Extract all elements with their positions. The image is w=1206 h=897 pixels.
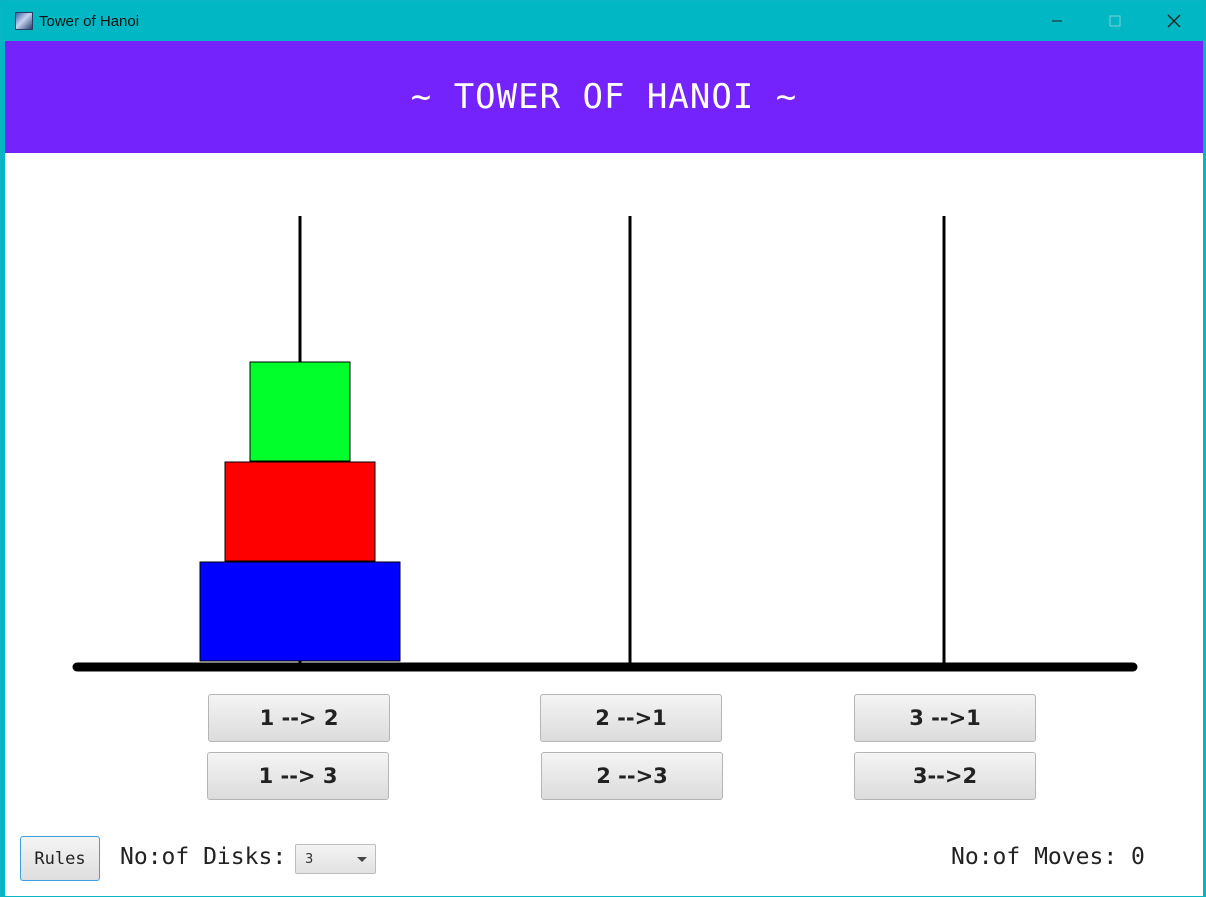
disk-size-1 xyxy=(249,361,351,462)
disks-layer xyxy=(199,361,401,662)
game-board xyxy=(72,216,1138,672)
moves-value: 0 xyxy=(1131,844,1145,870)
chevron-down-icon xyxy=(357,857,367,862)
maximize-button[interactable] xyxy=(1086,1,1144,41)
app-window: Tower of Hanoi ~ TOWER OF HANOI ~ 1 --> … xyxy=(0,0,1206,897)
maximize-icon xyxy=(1109,15,1121,27)
game-content: ~ TOWER OF HANOI ~ 1 --> 2 1 --> 3 2 -->… xyxy=(5,41,1203,896)
disks-count-select[interactable]: 3 xyxy=(295,844,376,874)
move-2-to-1-button[interactable]: 2 -->1 xyxy=(540,694,722,742)
minimize-icon xyxy=(1052,20,1062,22)
move-3-to-1-button[interactable]: 3 -->1 xyxy=(854,694,1036,742)
moves-counter: No:of Moves: 0 xyxy=(951,844,1145,870)
moves-label: No:of Moves: xyxy=(951,844,1118,870)
rules-button[interactable]: Rules xyxy=(20,836,100,881)
disks-count-value: 3 xyxy=(305,852,314,867)
move-3-to-2-button[interactable]: 3-->2 xyxy=(854,752,1036,800)
close-button[interactable] xyxy=(1145,1,1203,41)
disk-size-3 xyxy=(199,561,401,662)
title-bar[interactable]: Tower of Hanoi xyxy=(1,1,1205,41)
app-icon xyxy=(15,12,33,30)
window-title: Tower of Hanoi xyxy=(39,13,140,30)
move-2-to-3-button[interactable]: 2 -->3 xyxy=(541,752,723,800)
close-icon xyxy=(1167,14,1181,28)
disks-count-label: No:of Disks: xyxy=(120,844,287,870)
move-1-to-2-button[interactable]: 1 --> 2 xyxy=(208,694,390,742)
minimize-button[interactable] xyxy=(1028,1,1086,41)
disk-size-2 xyxy=(224,461,376,562)
move-1-to-3-button[interactable]: 1 --> 3 xyxy=(207,752,389,800)
